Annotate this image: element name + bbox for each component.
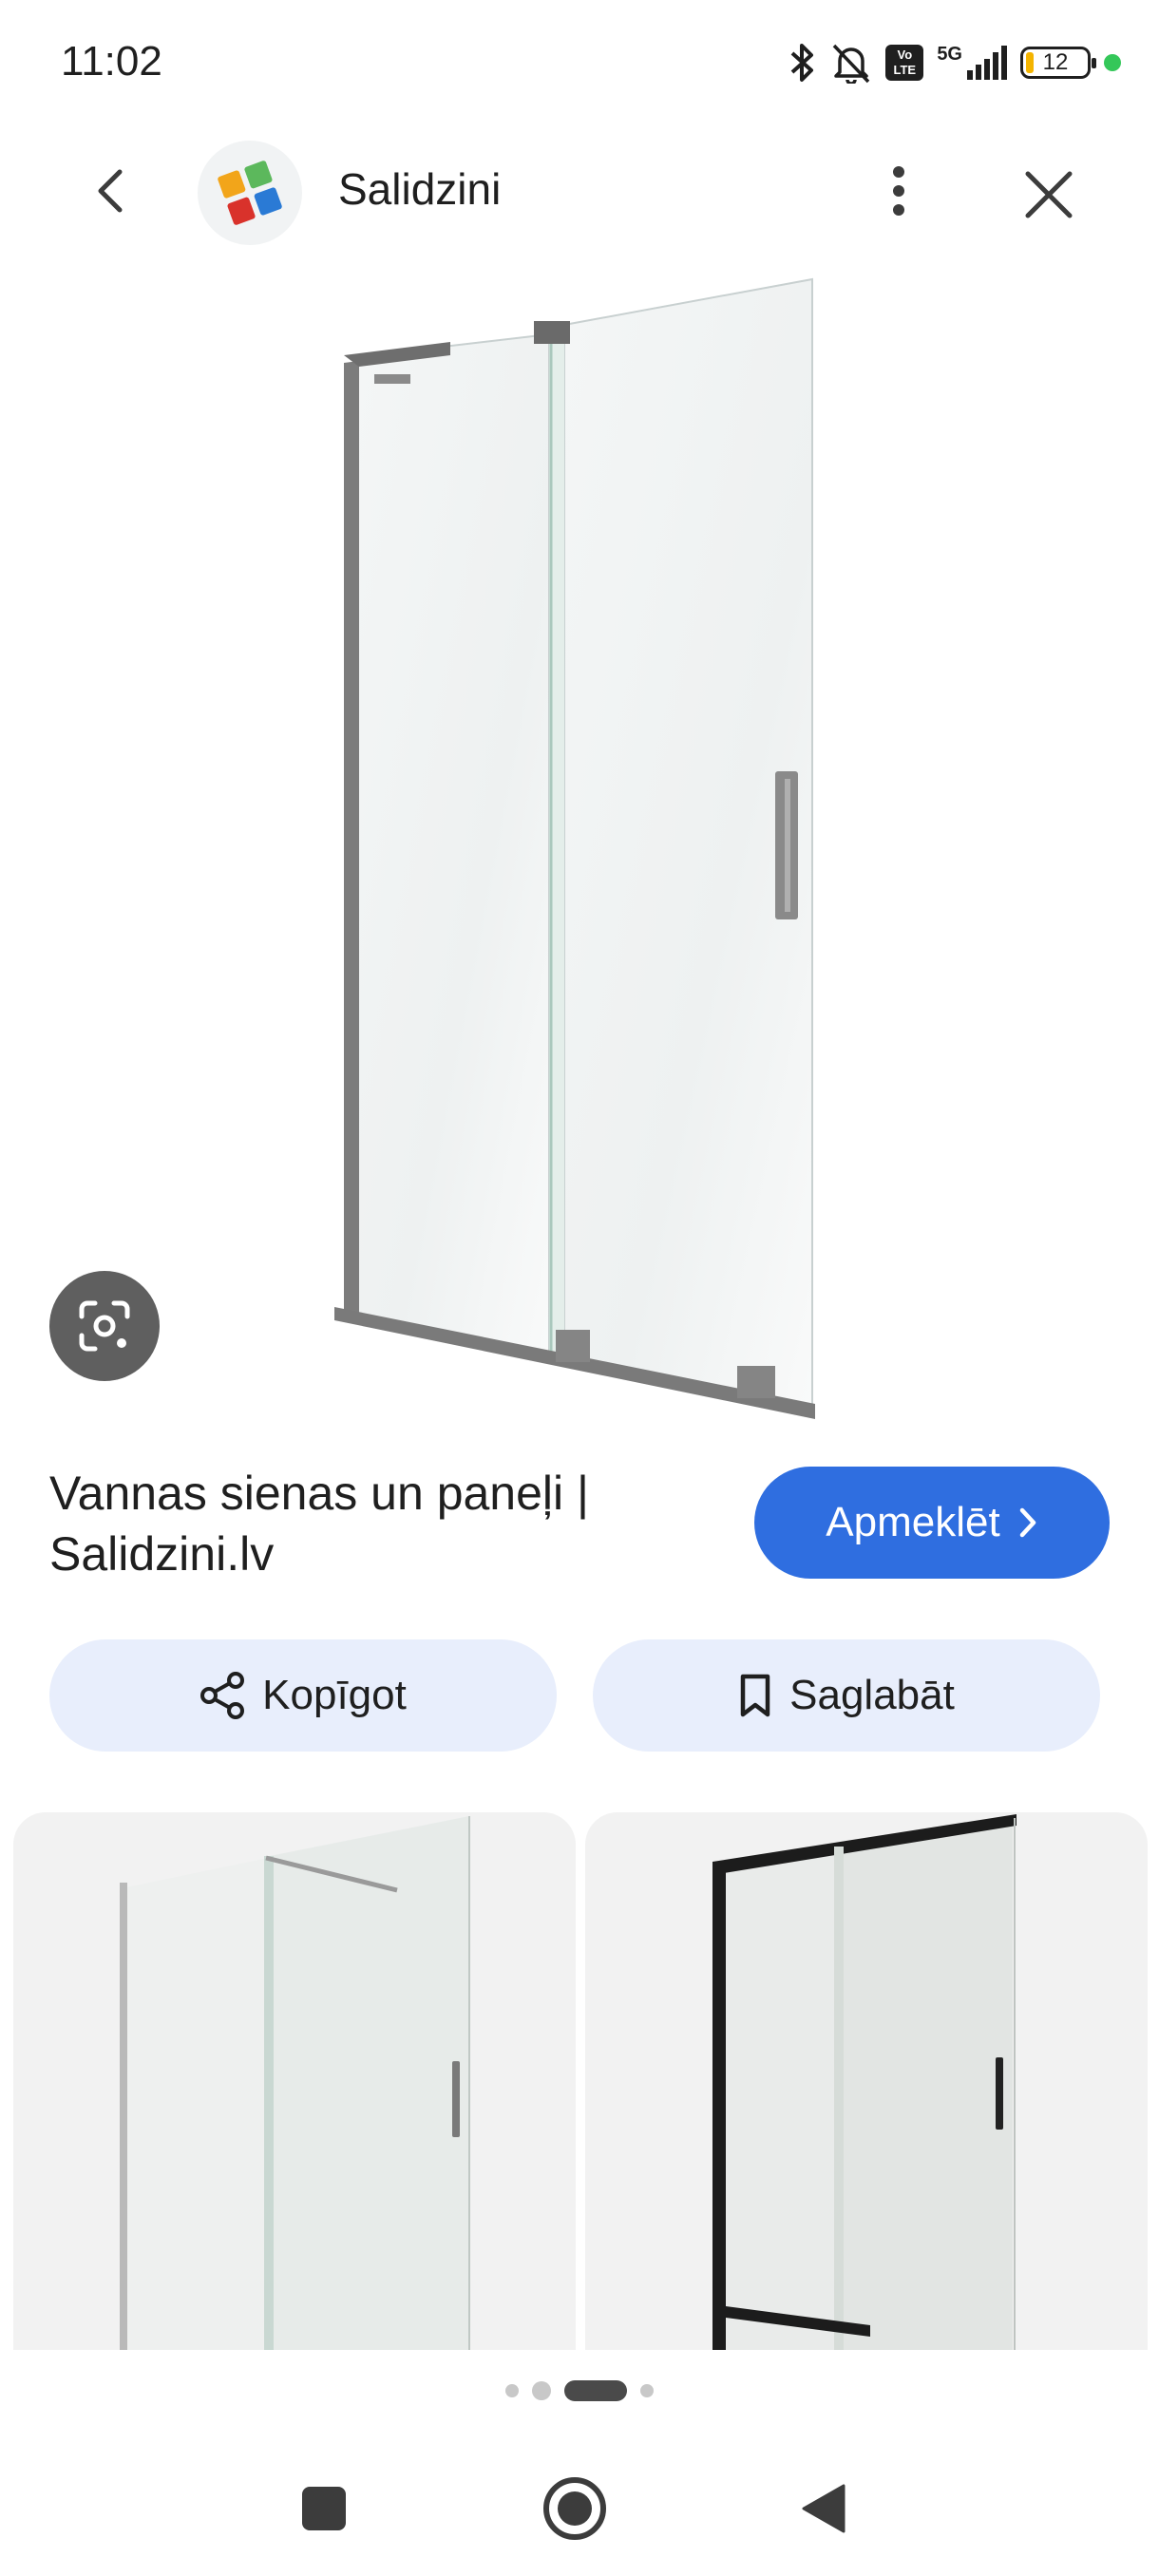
back-icon — [98, 169, 123, 213]
related-image-2[interactable] — [585, 1812, 1148, 2350]
share-icon — [200, 1672, 245, 1719]
battery-icon: 12 — [1020, 47, 1096, 79]
page-dot-4[interactable] — [640, 2384, 654, 2397]
share-label: Kopīgot — [262, 1672, 407, 1718]
related-image-1[interactable] — [13, 1812, 576, 2350]
bluetooth-icon — [790, 44, 814, 82]
page-dot-3-active[interactable] — [564, 2380, 627, 2401]
shower-screen-illustration — [334, 277, 815, 1419]
signal-icon — [967, 46, 1007, 80]
site-logo[interactable] — [198, 141, 302, 245]
page-dot-2[interactable] — [532, 2381, 551, 2400]
bookmark-icon — [740, 1674, 770, 1717]
pagination-dots — [0, 2377, 1159, 2405]
save-button[interactable]: Saglabāt — [593, 1639, 1100, 1752]
close-button[interactable] — [1011, 157, 1087, 233]
status-time: 11:02 — [61, 38, 162, 85]
share-button[interactable]: Kopīgot — [49, 1639, 557, 1752]
square-icon — [302, 2487, 346, 2530]
chevron-right-icon — [1019, 1507, 1036, 1538]
home-button[interactable] — [532, 2466, 618, 2551]
battery-level: 12 — [1042, 49, 1069, 75]
site-logo-icon — [218, 161, 282, 225]
status-icons: Vo LTE 5G 12 — [788, 34, 1121, 91]
google-lens-icon — [79, 1300, 130, 1352]
back-button[interactable] — [76, 157, 144, 225]
visit-button[interactable]: Apmeklēt — [754, 1467, 1110, 1579]
result-title[interactable]: Vannas sienas un paneļi | Salidzini.lv — [49, 1463, 695, 1584]
related-shower-screen-black — [712, 1814, 1016, 2350]
home-circle-icon — [543, 2477, 606, 2540]
more-options-button[interactable] — [864, 157, 933, 225]
bell-off-icon — [833, 44, 870, 84]
related-shower-screen-silver — [120, 1816, 470, 2350]
system-back-button[interactable] — [781, 2466, 866, 2551]
save-label: Saglabāt — [789, 1672, 955, 1718]
visit-label: Apmeklēt — [826, 1499, 1000, 1545]
google-lens-button[interactable] — [49, 1271, 160, 1381]
network-label: 5G — [937, 44, 962, 65]
volte-icon: Vo LTE — [885, 45, 924, 81]
main-product-image[interactable] — [0, 275, 1159, 1427]
close-icon — [1025, 171, 1073, 218]
privacy-dot-icon — [1104, 54, 1121, 71]
site-name[interactable]: Salidzini — [338, 163, 501, 215]
page-dot-1[interactable] — [505, 2384, 519, 2397]
triangle-back-icon — [802, 2484, 846, 2533]
more-vertical-icon — [893, 166, 904, 216]
recents-button[interactable] — [281, 2466, 367, 2551]
